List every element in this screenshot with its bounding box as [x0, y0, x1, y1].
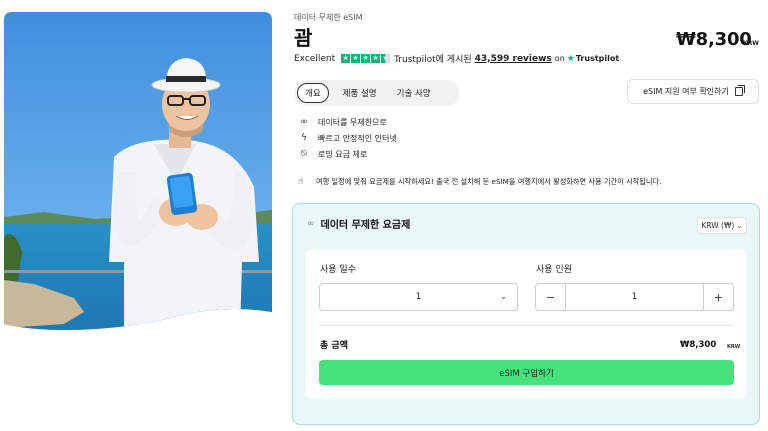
tab-product-description[interactable]: 제품 설명: [335, 83, 385, 103]
notice-text: 여행 일정에 맞춰 요금제를 시작하세요! 출국 전 설치해 둔 eSIM을 여…: [316, 177, 662, 186]
increment-button[interactable]: +: [703, 284, 733, 310]
rating-prefix: Trustpilot에 게시된: [394, 55, 472, 65]
people-stepper: − 1 +: [535, 283, 734, 311]
activation-notice: ☝ 여행 일정에 맞춰 요금제를 시작하세요! 출국 전 설치해 둔 eSIM을…: [298, 177, 661, 187]
total-label: 총 금액: [320, 341, 348, 351]
days-select[interactable]: 1 ⌄: [319, 283, 518, 311]
page-title: 괌: [294, 26, 313, 50]
feature-item: ⍉ 로밍 요금 제로: [298, 146, 397, 162]
bolt-icon: ϟ: [301, 133, 307, 143]
check-compatibility-label: eSIM 지원 여부 확인하기: [643, 87, 729, 96]
chevron-down-icon: ⌄: [500, 292, 507, 301]
tab-overview[interactable]: 개요: [297, 83, 329, 103]
people-label: 사용 인원: [536, 265, 572, 275]
feature-item: ∞ 데이터를 무제한으로: [298, 114, 397, 130]
check-compatibility-button[interactable]: eSIM 지원 여부 확인하기: [627, 79, 759, 104]
reviews-link[interactable]: 43,599 reviews: [475, 54, 552, 64]
feature-label: 데이터를 무제한으로: [318, 117, 387, 127]
infinity-icon: ∞: [300, 117, 308, 127]
rating-word: Excellent: [294, 53, 336, 64]
star-icon: ★: [341, 54, 351, 63]
infinity-icon: ∞: [307, 218, 315, 229]
rating-row: Excellent ★ ★ ★ ★ ★ Trustpilot에 게시된 43,5…: [294, 52, 619, 66]
days-value: 1: [415, 292, 422, 302]
trustpilot-star-icon: ★: [566, 53, 575, 64]
star-icon: ★: [351, 54, 361, 63]
star-icon: ★: [361, 54, 371, 63]
touch-icon: ☝: [298, 177, 304, 187]
tab-bar: 개요 제품 설명 기술 사양: [294, 80, 460, 106]
rating-on: on: [554, 54, 565, 63]
trustpilot-brand: Trustpilot: [575, 54, 620, 63]
feature-item: ϟ 빠르고 안정적인 인터넷: [298, 130, 397, 146]
feature-label: 빠르고 안정적인 인터넷: [318, 133, 397, 143]
total-price: ₩8,300: [680, 340, 717, 350]
copy-icon: [734, 85, 745, 96]
no-roaming-icon: ⍉: [301, 149, 307, 159]
hero-image: [4, 12, 272, 334]
decrement-button[interactable]: −: [536, 284, 566, 310]
feature-list: ∞ 데이터를 무제한으로 ϟ 빠르고 안정적인 인터넷 ⍉ 로밍 요금 제로: [298, 114, 397, 162]
currency-value: KRW (₩): [701, 221, 735, 230]
plan-card: ∞ 데이터 무제한 요금제 KRW (₩) ⌄ 사용 일수 사용 인원 1 ⌄ …: [292, 203, 760, 425]
total-currency: KRW: [727, 344, 741, 350]
feature-label: 로밍 요금 제로: [318, 149, 368, 159]
plan-title-text: 데이터 무제한 요금제: [320, 220, 411, 231]
days-label: 사용 일수: [320, 265, 356, 275]
chevron-down-icon: ⌄: [736, 221, 743, 230]
buy-esim-button[interactable]: eSIM 구입하기: [319, 360, 734, 385]
tab-tech-specs[interactable]: 기술 사양: [389, 83, 439, 103]
star-icon: ★: [371, 54, 381, 63]
rating-stars: ★ ★ ★ ★ ★: [341, 54, 391, 63]
trustpilot-logo[interactable]: ★ Trustpilot: [567, 54, 619, 64]
plan-title: ∞ 데이터 무제한 요금제: [307, 216, 411, 232]
half-star-icon: ★: [381, 54, 391, 63]
people-value: 1: [631, 292, 638, 302]
divider: [319, 325, 734, 326]
price-currency: KRW: [743, 40, 759, 47]
currency-select[interactable]: KRW (₩) ⌄: [697, 217, 747, 234]
product-price: ₩8,300: [676, 29, 752, 50]
plan-options-panel: 사용 일수 사용 인원 1 ⌄ − 1 + 총 금액 ₩8,300 KRW eS…: [306, 249, 746, 399]
